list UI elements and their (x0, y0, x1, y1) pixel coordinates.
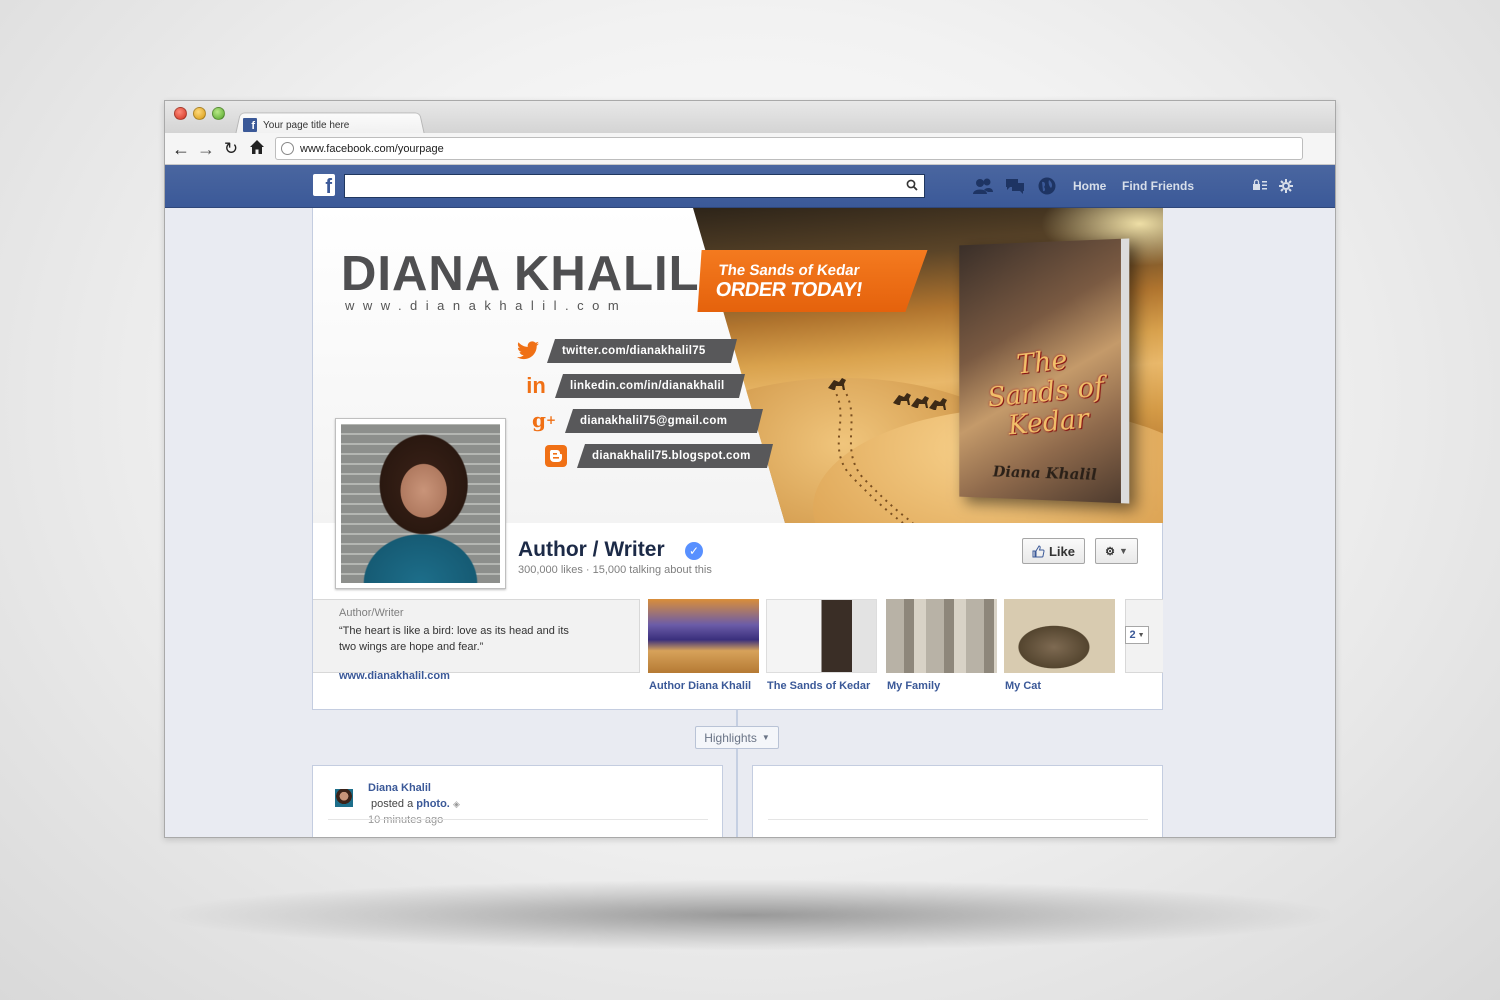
profile-photo-image (341, 424, 500, 583)
about-box[interactable]: Author/Writer “The heart is like a bird:… (313, 599, 640, 673)
minimize-window-button[interactable] (193, 107, 206, 120)
highlights-label: Highlights (704, 730, 757, 745)
about-quote: “The heart is like a bird: love as its h… (339, 625, 569, 653)
timeline-header-card: DIANA KHALIL www.dianakhalil.com The San… (312, 208, 1163, 710)
facebook-favicon-icon: f (243, 118, 257, 132)
app-label-family[interactable]: My Family (887, 680, 940, 692)
app-thumbnail-family[interactable] (886, 599, 997, 673)
post-action: posted a photo. ◈ (371, 798, 460, 810)
friend-requests-icon[interactable] (971, 176, 995, 196)
notifications-globe-icon[interactable] (1035, 176, 1059, 196)
thumbs-up-icon (1032, 544, 1045, 557)
tab-title: Your page title here (263, 119, 350, 131)
page-settings-button[interactable]: ⚙ ▼ (1095, 538, 1138, 564)
chevron-down-icon: ▼ (761, 733, 770, 742)
maximize-window-button[interactable] (212, 107, 225, 120)
back-arrow-icon[interactable]: ← (171, 139, 191, 159)
profile-picture[interactable] (335, 418, 506, 589)
post-divider (328, 819, 708, 820)
post-author-name[interactable]: Diana Khalil (368, 782, 431, 794)
about-website-link[interactable]: www.dianakhalil.com (339, 670, 450, 682)
apps-more-count: 2 (1129, 629, 1136, 641)
twitter-icon[interactable] (515, 339, 541, 363)
app-thumbnail-book[interactable] (766, 599, 877, 673)
address-bar[interactable]: www.facebook.com/yourpage (275, 137, 1303, 160)
book-cover-image[interactable]: The Sands of Kedar Diana Khalil (959, 238, 1130, 504)
messages-icon[interactable] (1003, 176, 1027, 196)
apps-more-button[interactable]: 2 ▼ (1125, 626, 1149, 644)
app-thumbnail-cat[interactable] (1004, 599, 1115, 673)
search-icon[interactable] (906, 179, 918, 191)
linkedin-icon[interactable]: in (523, 373, 549, 398)
reload-icon[interactable]: ↻ (221, 139, 241, 159)
app-label-cat[interactable]: My Cat (1005, 680, 1041, 692)
post-action-prefix: posted a (371, 798, 417, 810)
app-label-author[interactable]: Author Diana Khalil (649, 680, 751, 692)
order-banner-cta: ORDER TODAY! (714, 279, 864, 301)
blogger-icon[interactable] (543, 444, 569, 468)
facebook-logo-icon[interactable]: f (313, 174, 335, 196)
like-button-label: Like (1048, 543, 1075, 559)
app-thumbnail-author[interactable] (648, 599, 759, 673)
post-author-avatar[interactable] (335, 789, 353, 807)
close-window-button[interactable] (174, 107, 187, 120)
book-cover-title: The Sands of Kedar (986, 344, 1106, 442)
floor-shadow (170, 880, 1330, 950)
settings-gear-icon[interactable] (1279, 179, 1295, 193)
app-label-book[interactable]: The Sands of Kedar (767, 680, 870, 692)
facebook-page-content: DIANA KHALIL www.dianakhalil.com The San… (312, 208, 1163, 837)
page-stats: 300,000 likes · 15,000 talking about thi… (518, 564, 712, 576)
order-banner[interactable]: The Sands of Kedar ORDER TODAY! (714, 262, 866, 302)
timeline-post-right (752, 765, 1163, 837)
chevron-down-icon: ▼ (1118, 546, 1128, 556)
globe-icon (281, 142, 294, 155)
google-plus-icon[interactable]: g + (531, 408, 557, 432)
order-banner-book-title: The Sands of Kedar (717, 262, 861, 279)
home-icon[interactable] (247, 139, 267, 159)
linkedin-link[interactable]: linkedin.com/in/dianakhalil (555, 374, 745, 398)
cover-website: www.dianakhalil.com (345, 298, 628, 313)
blogger-link[interactable]: dianakhalil75.blogspot.com (577, 444, 773, 468)
facebook-search-input[interactable] (344, 174, 925, 198)
browser-toolbar: ← → ↻ www.facebook.com/yourpage (165, 133, 1335, 165)
home-link[interactable]: Home (1073, 179, 1106, 193)
post-photo-link[interactable]: photo. (416, 798, 450, 810)
post-divider (768, 819, 1148, 820)
like-button[interactable]: Like (1022, 538, 1085, 564)
forward-arrow-icon[interactable]: → (196, 139, 216, 159)
browser-titlebar: f Your page title here (165, 101, 1335, 135)
public-globe-icon: ◈ (452, 799, 460, 809)
timeline-post-left: Diana Khalil posted a photo. ◈ 10 minute… (312, 765, 723, 837)
book-cover-author: Diana Khalil (992, 462, 1097, 484)
find-friends-link[interactable]: Find Friends (1122, 179, 1194, 193)
browser-tab-content[interactable]: f Your page title here (243, 115, 349, 135)
page-title: Author / Writer (518, 538, 665, 561)
facebook-top-bar: f Home Find Friends (165, 165, 1335, 208)
gear-icon: ⚙ (1105, 545, 1115, 558)
twitter-link[interactable]: twitter.com/dianakhalil75 (547, 339, 737, 363)
privacy-shortcuts-icon[interactable] (1252, 179, 1268, 193)
highlights-dropdown[interactable]: Highlights ▼ (695, 726, 779, 749)
google-plus-link[interactable]: dianakhalil75@gmail.com (565, 409, 763, 433)
verified-badge-icon: ✓ (685, 542, 703, 560)
address-url: www.facebook.com/yourpage (300, 142, 444, 155)
post-timestamp[interactable]: 10 minutes ago (368, 814, 443, 826)
browser-window: f Your page title here ← → ↻ www.faceboo… (164, 100, 1336, 838)
about-category: Author/Writer (339, 607, 404, 619)
cover-author-name: DIANA KHALIL (341, 247, 700, 301)
chevron-down-icon: ▼ (1137, 631, 1145, 639)
